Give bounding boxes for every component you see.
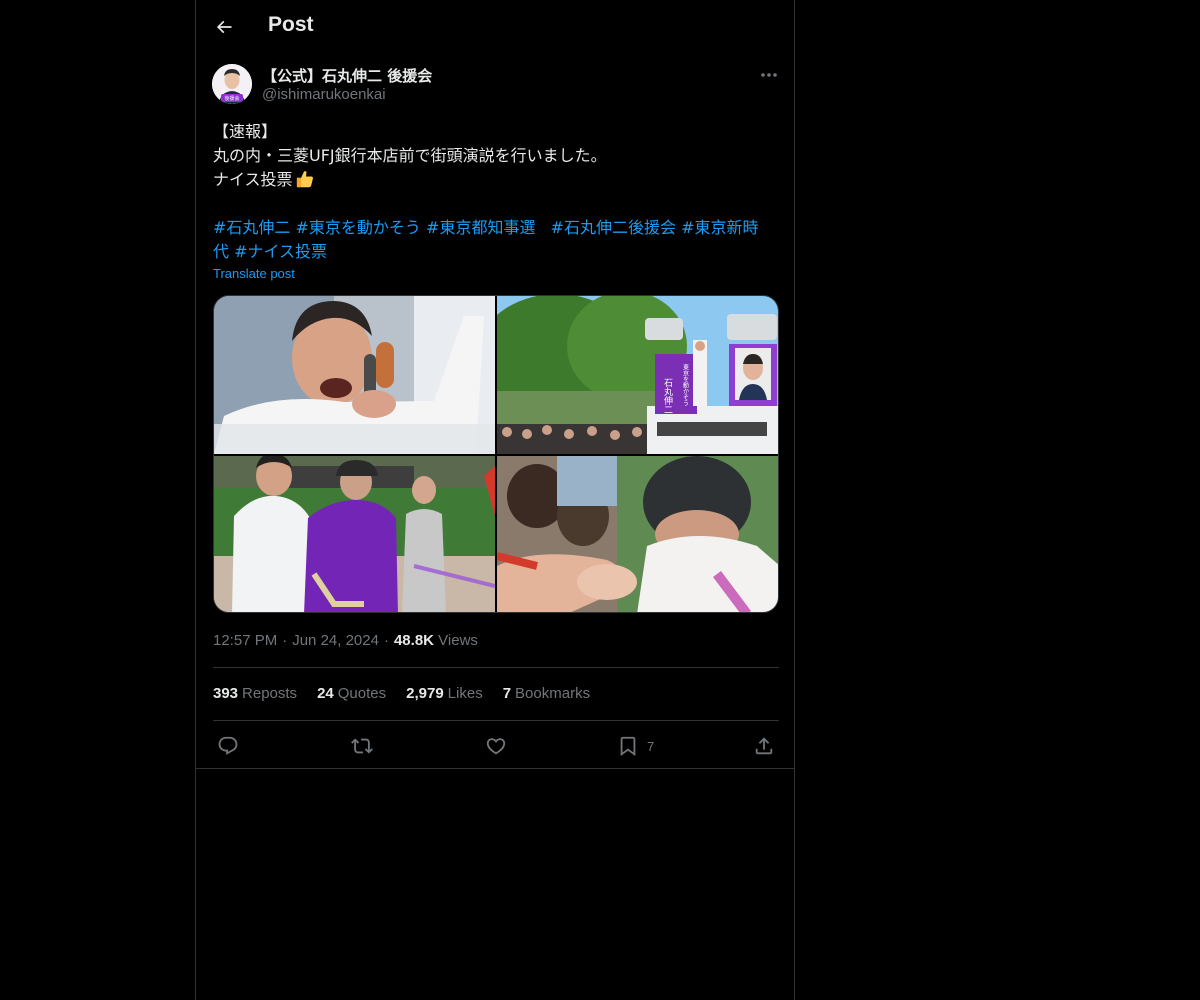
meta-separator: · bbox=[282, 632, 288, 649]
hashtag-link[interactable]: #石丸伸二後援会 bbox=[551, 218, 676, 237]
truck-sign-text: 石丸伸二 bbox=[662, 378, 673, 414]
reply-icon bbox=[218, 736, 238, 755]
hashtag-link[interactable]: 代 bbox=[213, 242, 229, 261]
stat-bookmarks[interactable]: 7 Bookmarks bbox=[503, 685, 590, 702]
stat-likes[interactable]: 2,979 Likes bbox=[406, 685, 483, 702]
more-horizontal-icon bbox=[761, 73, 777, 77]
stat-number: 393 bbox=[213, 685, 239, 702]
stat-label: Reposts bbox=[242, 685, 298, 702]
avatar-badge-text: 後援会 bbox=[224, 95, 239, 102]
heart-icon bbox=[486, 738, 506, 755]
hashtag-link[interactable]: #石丸伸二 bbox=[213, 218, 290, 237]
post-body: 【速報】 丸の内・三菱UFJ銀行本店前で街頭演説を行いました。 ナイス投票 bbox=[213, 120, 781, 192]
divider bbox=[213, 667, 779, 668]
post-line: 丸の内・三菱UFJ銀行本店前で街頭演説を行いました。 bbox=[213, 146, 607, 165]
page-title: Post bbox=[268, 13, 314, 36]
engagement-stats: 393 Reposts 24 Quotes 2,979 Likes 7 Bookmark… bbox=[213, 685, 590, 702]
repost-button[interactable] bbox=[351, 731, 373, 761]
action-bar: 7 bbox=[213, 731, 779, 761]
share-icon bbox=[755, 737, 773, 755]
post-date[interactable]: Jun 24, 2024 bbox=[292, 632, 379, 649]
stat-number: 24 bbox=[317, 685, 334, 702]
back-button[interactable] bbox=[208, 11, 240, 43]
stat-label: Likes bbox=[447, 685, 483, 702]
post-time[interactable]: 12:57 PM bbox=[213, 632, 277, 649]
arrow-left-icon bbox=[216, 20, 232, 34]
share-button[interactable] bbox=[753, 731, 775, 761]
translate-post-link[interactable]: Translate post bbox=[213, 266, 295, 281]
more-options-button[interactable] bbox=[756, 64, 782, 86]
post-line-with-emoji: ナイス投票 bbox=[213, 168, 781, 192]
stat-label: Bookmarks bbox=[515, 685, 591, 702]
hashtags: #石丸伸二 #東京を動かそう #東京都知事選 #石丸伸二後援会 #東京新時 代 … bbox=[213, 216, 781, 264]
bookmark-count: 7 bbox=[647, 738, 655, 754]
author-handle[interactable]: @ishimarukoenkai bbox=[262, 86, 386, 103]
author-name[interactable]: 【公式】石丸伸二 後援会 bbox=[262, 65, 432, 86]
post-line-text: ナイス投票 bbox=[213, 170, 293, 189]
like-button[interactable] bbox=[485, 731, 507, 761]
hashtag-link[interactable]: #東京都知事選 bbox=[426, 218, 535, 237]
stat-quotes[interactable]: 24 Quotes bbox=[317, 685, 386, 702]
bookmark-icon bbox=[620, 736, 636, 757]
meta-separator: · bbox=[383, 632, 389, 649]
stat-reposts[interactable]: 393 Reposts bbox=[213, 685, 297, 702]
views-count: 48.8K bbox=[393, 632, 434, 649]
views-label: Views bbox=[438, 632, 478, 649]
page-header: Post bbox=[196, 0, 794, 54]
media-photo-speech[interactable] bbox=[214, 296, 495, 454]
hashtag-line: #石丸伸二 #東京を動かそう #東京都知事選 #石丸伸二後援会 #東京新時 bbox=[213, 216, 781, 240]
post-line: 【速報】 bbox=[213, 122, 278, 141]
media-grid: 石丸伸二 東京を動かそう bbox=[213, 295, 779, 613]
hashtag-link[interactable]: #東京を動かそう bbox=[296, 218, 421, 237]
stat-number: 2,979 bbox=[406, 685, 444, 702]
bookmark-button[interactable]: 7 bbox=[617, 731, 654, 761]
stat-number: 7 bbox=[502, 685, 512, 702]
media-photo-handshake[interactable] bbox=[497, 456, 778, 612]
avatar[interactable]: 後援会 bbox=[212, 64, 252, 104]
hashtag-link[interactable]: #ナイス投票 bbox=[234, 242, 327, 261]
hashtag-line: 代 #ナイス投票 bbox=[213, 240, 781, 264]
media-photo-supporters[interactable] bbox=[214, 456, 495, 612]
divider bbox=[213, 720, 779, 721]
thumbs-up-icon bbox=[296, 171, 313, 188]
hashtag-link[interactable]: #東京新時 bbox=[681, 218, 758, 237]
post-column: Post 後援会 【公式】石丸伸二 後援会 @ishimarukoenkai 【… bbox=[195, 0, 795, 1000]
divider bbox=[196, 768, 794, 769]
media-photo-campaign-truck[interactable]: 石丸伸二 東京を動かそう bbox=[497, 296, 778, 454]
truck-sign-subtext: 東京を動かそう bbox=[682, 363, 689, 406]
reply-button[interactable] bbox=[217, 731, 239, 761]
repost-icon bbox=[351, 738, 373, 754]
stat-label: Quotes bbox=[337, 685, 387, 702]
post-meta: 12:57 PM · Jun 24, 2024 · 48.8K Views bbox=[213, 632, 478, 649]
